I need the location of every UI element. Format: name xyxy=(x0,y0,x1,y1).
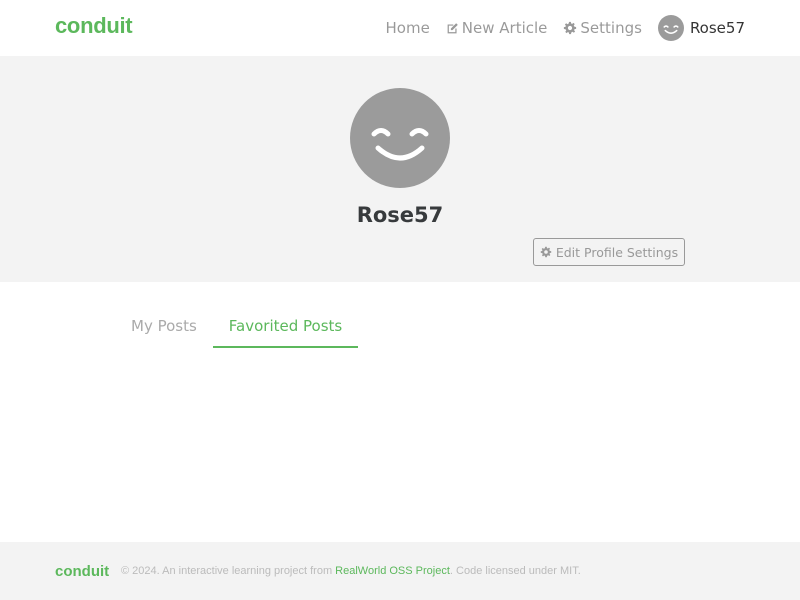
nav-settings-label: Settings xyxy=(580,19,642,37)
nav-new-article-link[interactable]: New Article xyxy=(446,19,548,37)
profile-avatar xyxy=(350,88,450,188)
footer-text-after: . Code licensed under MIT. xyxy=(449,565,581,577)
realworld-link[interactable]: RealWorld OSS Project xyxy=(335,565,450,577)
footer-text-before: © 2024. An interactive learning project … xyxy=(121,565,336,577)
nav-home-label: Home xyxy=(385,19,430,37)
gear-icon xyxy=(540,246,552,258)
nav-settings-link[interactable]: Settings xyxy=(563,19,642,37)
smiley-avatar-icon xyxy=(657,15,684,41)
footer-logo[interactable]: conduit xyxy=(55,563,109,580)
nav-user-link[interactable]: Rose57 xyxy=(657,15,745,41)
navbar: conduit Home New Article Settings Rose57 xyxy=(0,0,800,56)
smiley-avatar-icon xyxy=(371,128,429,161)
tab-favorited-posts[interactable]: Favorited Posts xyxy=(212,306,359,348)
footer-attribution: © 2024. An interactive learning project … xyxy=(121,565,581,577)
nav-home-link[interactable]: Home xyxy=(386,19,430,37)
profile-tabs: My Posts Favorited Posts xyxy=(115,306,359,348)
edit-icon xyxy=(446,22,459,35)
profile-username: Rose57 xyxy=(356,203,444,227)
nav-new-article-label: New Article xyxy=(461,19,548,37)
edit-profile-settings-label: Edit Profile Settings xyxy=(555,244,679,260)
profile-banner: Rose57 Edit Profile Settings xyxy=(0,56,800,282)
edit-profile-settings-button[interactable]: Edit Profile Settings xyxy=(533,238,685,266)
nav-links: Home New Article Settings Rose57 xyxy=(386,0,745,56)
brand-logo[interactable]: conduit xyxy=(55,13,133,39)
gear-icon xyxy=(563,21,577,35)
nav-username: Rose57 xyxy=(689,19,745,37)
footer: conduit © 2024. An interactive learning … xyxy=(0,542,800,600)
tab-my-posts[interactable]: My Posts xyxy=(115,306,213,348)
